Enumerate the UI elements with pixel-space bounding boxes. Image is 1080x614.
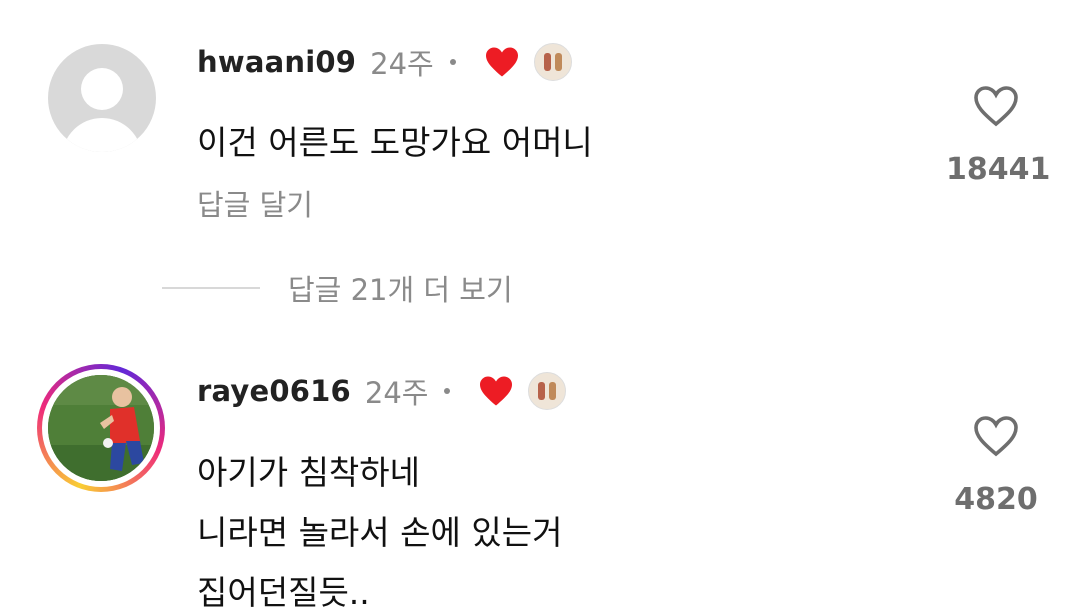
view-more-replies[interactable]: 답글 21개 더 보기 — [162, 266, 513, 310]
creator-avatar-icon — [528, 372, 567, 410]
username[interactable]: raye0616 — [197, 374, 351, 408]
comment-meta: raye0616 24주 — [197, 371, 567, 411]
like-count: 18441 — [946, 152, 1051, 187]
like-area: 4820 — [946, 414, 1046, 517]
creator-heart-icon — [480, 376, 513, 406]
separator-dot — [449, 59, 456, 65]
comment-text-line: 니라면 놀라서 손에 있는거 — [197, 513, 563, 552]
default-avatar-head — [81, 68, 123, 110]
like-heart-icon[interactable] — [971, 84, 1021, 128]
username[interactable]: hwaani09 — [197, 45, 356, 79]
divider-line — [162, 287, 260, 289]
reply-button[interactable]: 답글 달기 — [197, 182, 313, 224]
timestamp: 24주 — [364, 376, 429, 410]
comment-meta: hwaani09 24주 — [197, 42, 572, 82]
story-ring-avatar[interactable] — [37, 364, 165, 492]
avatar-photo — [48, 375, 154, 481]
like-count: 4820 — [954, 482, 1038, 517]
timestamp: 24주 — [370, 47, 434, 81]
comment-text-line: 아기가 침착하네 — [197, 453, 421, 492]
like-area: 18441 — [946, 84, 1051, 187]
view-more-replies-label[interactable]: 답글 21개 더 보기 — [288, 267, 513, 309]
creator-heart-icon — [485, 47, 518, 77]
creator-avatar-icon — [533, 43, 572, 81]
separator-dot — [444, 388, 451, 394]
default-avatar-body — [62, 118, 142, 152]
like-heart-icon[interactable] — [971, 414, 1021, 458]
boy-on-grass-image — [48, 375, 154, 481]
comment-text-line: 집어던질듯.. — [197, 573, 370, 612]
comment-text: 이건 어른도 도망가요 어머니 — [197, 123, 593, 162]
avatar[interactable] — [48, 44, 156, 152]
